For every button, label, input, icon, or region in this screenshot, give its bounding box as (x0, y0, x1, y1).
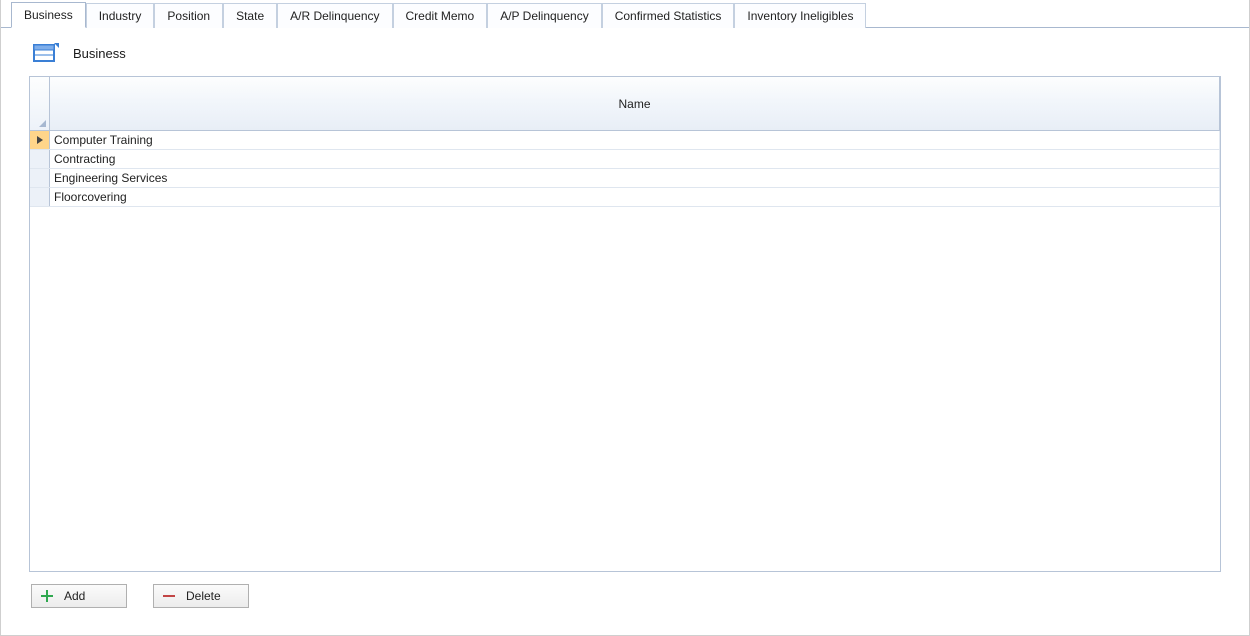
row-indicator[interactable] (30, 188, 50, 206)
tab-label: Confirmed Statistics (615, 9, 722, 23)
tab-label: A/P Delinquency (500, 9, 589, 23)
cell-name[interactable]: Computer Training (50, 131, 1220, 149)
table-row[interactable]: Engineering Services (30, 169, 1220, 188)
tab-confirmed-statistics[interactable]: Confirmed Statistics (602, 3, 735, 28)
tab-label: Credit Memo (406, 9, 475, 23)
tab-ar-delinquency[interactable]: A/R Delinquency (277, 3, 392, 28)
tabstrip: Business Industry Position State A/R Del… (1, 0, 1249, 28)
delete-button[interactable]: Delete (153, 584, 249, 608)
row-indicator[interactable] (30, 150, 50, 168)
minus-icon (162, 589, 176, 603)
tab-label: A/R Delinquency (290, 9, 379, 23)
section-header: Business (29, 40, 1221, 76)
row-indicator[interactable] (30, 131, 50, 149)
tab-label: Industry (99, 9, 142, 23)
tab-label: Position (167, 9, 210, 23)
tab-label: Business (24, 8, 73, 22)
section-title: Business (73, 46, 126, 61)
tab-ap-delinquency[interactable]: A/P Delinquency (487, 3, 602, 28)
add-button-label: Add (64, 589, 85, 603)
table-row[interactable]: Floorcovering (30, 188, 1220, 207)
tab-business[interactable]: Business (11, 2, 86, 28)
table-row[interactable]: Contracting (30, 150, 1220, 169)
tab-inventory-ineligibles[interactable]: Inventory Ineligibles (734, 3, 866, 28)
form-icon (33, 42, 59, 64)
plus-icon (40, 589, 54, 603)
delete-button-label: Delete (186, 589, 221, 603)
row-selector-header[interactable] (30, 77, 50, 130)
button-row: Add Delete (29, 584, 1221, 608)
data-grid: Name Computer Training Contracting Engin… (29, 76, 1221, 572)
tab-label: Inventory Ineligibles (747, 9, 853, 23)
cell-name[interactable]: Floorcovering (50, 188, 1220, 206)
column-header-name[interactable]: Name (50, 77, 1220, 130)
table-row[interactable]: Computer Training (30, 131, 1220, 150)
add-button[interactable]: Add (31, 584, 127, 608)
tab-state[interactable]: State (223, 3, 277, 28)
current-row-arrow-icon (37, 136, 43, 144)
tab-position[interactable]: Position (154, 3, 223, 28)
tab-industry[interactable]: Industry (86, 3, 155, 28)
sort-indicator-icon (39, 120, 46, 127)
grid-header: Name (30, 77, 1220, 131)
row-indicator[interactable] (30, 169, 50, 187)
tab-label: State (236, 9, 264, 23)
tab-credit-memo[interactable]: Credit Memo (393, 3, 488, 28)
cell-name[interactable]: Contracting (50, 150, 1220, 168)
column-header-label: Name (618, 97, 650, 111)
grid-body: Computer Training Contracting Engineerin… (30, 131, 1220, 571)
cell-name[interactable]: Engineering Services (50, 169, 1220, 187)
